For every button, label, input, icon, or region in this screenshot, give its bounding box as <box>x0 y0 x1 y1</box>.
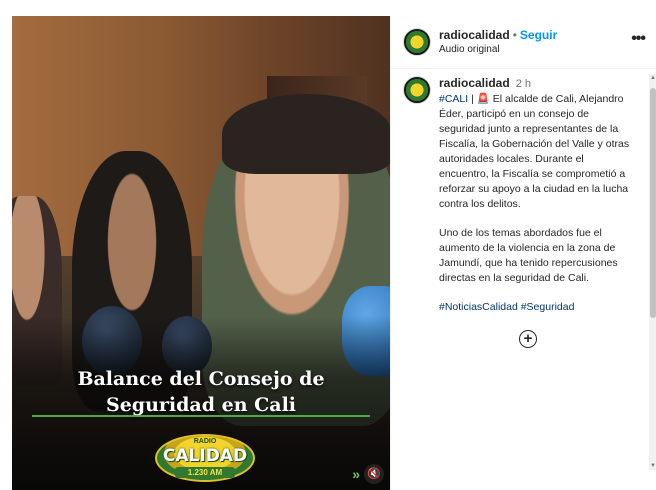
pipe-separator: | <box>471 93 474 105</box>
post-header: radiocalidad • Seguir Audio original ••• <box>391 16 656 69</box>
expand-plus-icon[interactable]: + <box>519 330 537 348</box>
post-frame: Balance del Consejo de Seguridad en Cali… <box>12 16 656 490</box>
comment-body: #CALI | 🚨 El alcalde de Cali, Alejandro … <box>439 92 635 315</box>
scrollbar-thumb[interactable] <box>650 88 656 318</box>
logo-main-text: CALIDAD <box>162 446 248 466</box>
alarm-icon: 🚨 <box>476 93 490 105</box>
radio-calidad-logo: RADIO CALIDAD 1.230 AM <box>155 434 255 482</box>
post-side-panel: radiocalidad • Seguir Audio original ••• r… <box>390 16 656 490</box>
follow-button[interactable]: Seguir <box>520 28 557 42</box>
more-options-icon[interactable]: ••• <box>631 30 646 48</box>
comment-header: radiocalidad 2 h <box>439 76 531 90</box>
comment-paragraph-2: Uno de los temas abordados fue el aument… <box>439 227 618 284</box>
audio-link[interactable]: Audio original <box>439 44 500 55</box>
comment-paragraph-1: #CALI | 🚨 El alcalde de Cali, Alejandro … <box>439 92 635 212</box>
speaker-muted-icon[interactable]: 🔇 <box>364 464 384 484</box>
scroll-up-arrow-icon[interactable]: ▲ <box>649 74 656 82</box>
person-main-hair <box>222 94 390 174</box>
caption-comment: radiocalidad 2 h #CALI | 🚨 El alcalde de … <box>391 68 656 490</box>
avatar[interactable] <box>403 76 431 104</box>
separator-dot: • <box>512 28 517 42</box>
hashtags-link[interactable]: #NoticiasCalidad #Seguridad <box>439 300 635 315</box>
account-name[interactable]: radiocalidad <box>439 28 510 42</box>
media-controls: » 🔇 <box>352 464 384 484</box>
avatar[interactable] <box>403 28 431 56</box>
comment-author[interactable]: radiocalidad <box>439 76 510 90</box>
header-title: radiocalidad • Seguir <box>439 28 557 42</box>
logo-frequency: 1.230 AM <box>175 467 235 478</box>
caption-divider <box>32 415 370 417</box>
chevrons-icon: » <box>352 466 360 482</box>
hashtag-link[interactable]: #CALI <box>439 93 468 105</box>
comment-time[interactable]: 2 h <box>516 78 531 90</box>
video-player[interactable]: Balance del Consejo de Seguridad en Cali… <box>12 16 390 490</box>
caption-line-1: Balance del Consejo de <box>77 368 325 390</box>
video-caption: Balance del Consejo de Seguridad en Cali <box>12 366 390 418</box>
scrollbar[interactable]: ▲ ▼ <box>649 74 656 470</box>
scroll-down-arrow-icon[interactable]: ▼ <box>649 462 656 470</box>
logo-top-text: RADIO <box>193 438 217 445</box>
comment-text-1: El alcalde de Cali, Alejandro Éder, part… <box>439 93 630 210</box>
